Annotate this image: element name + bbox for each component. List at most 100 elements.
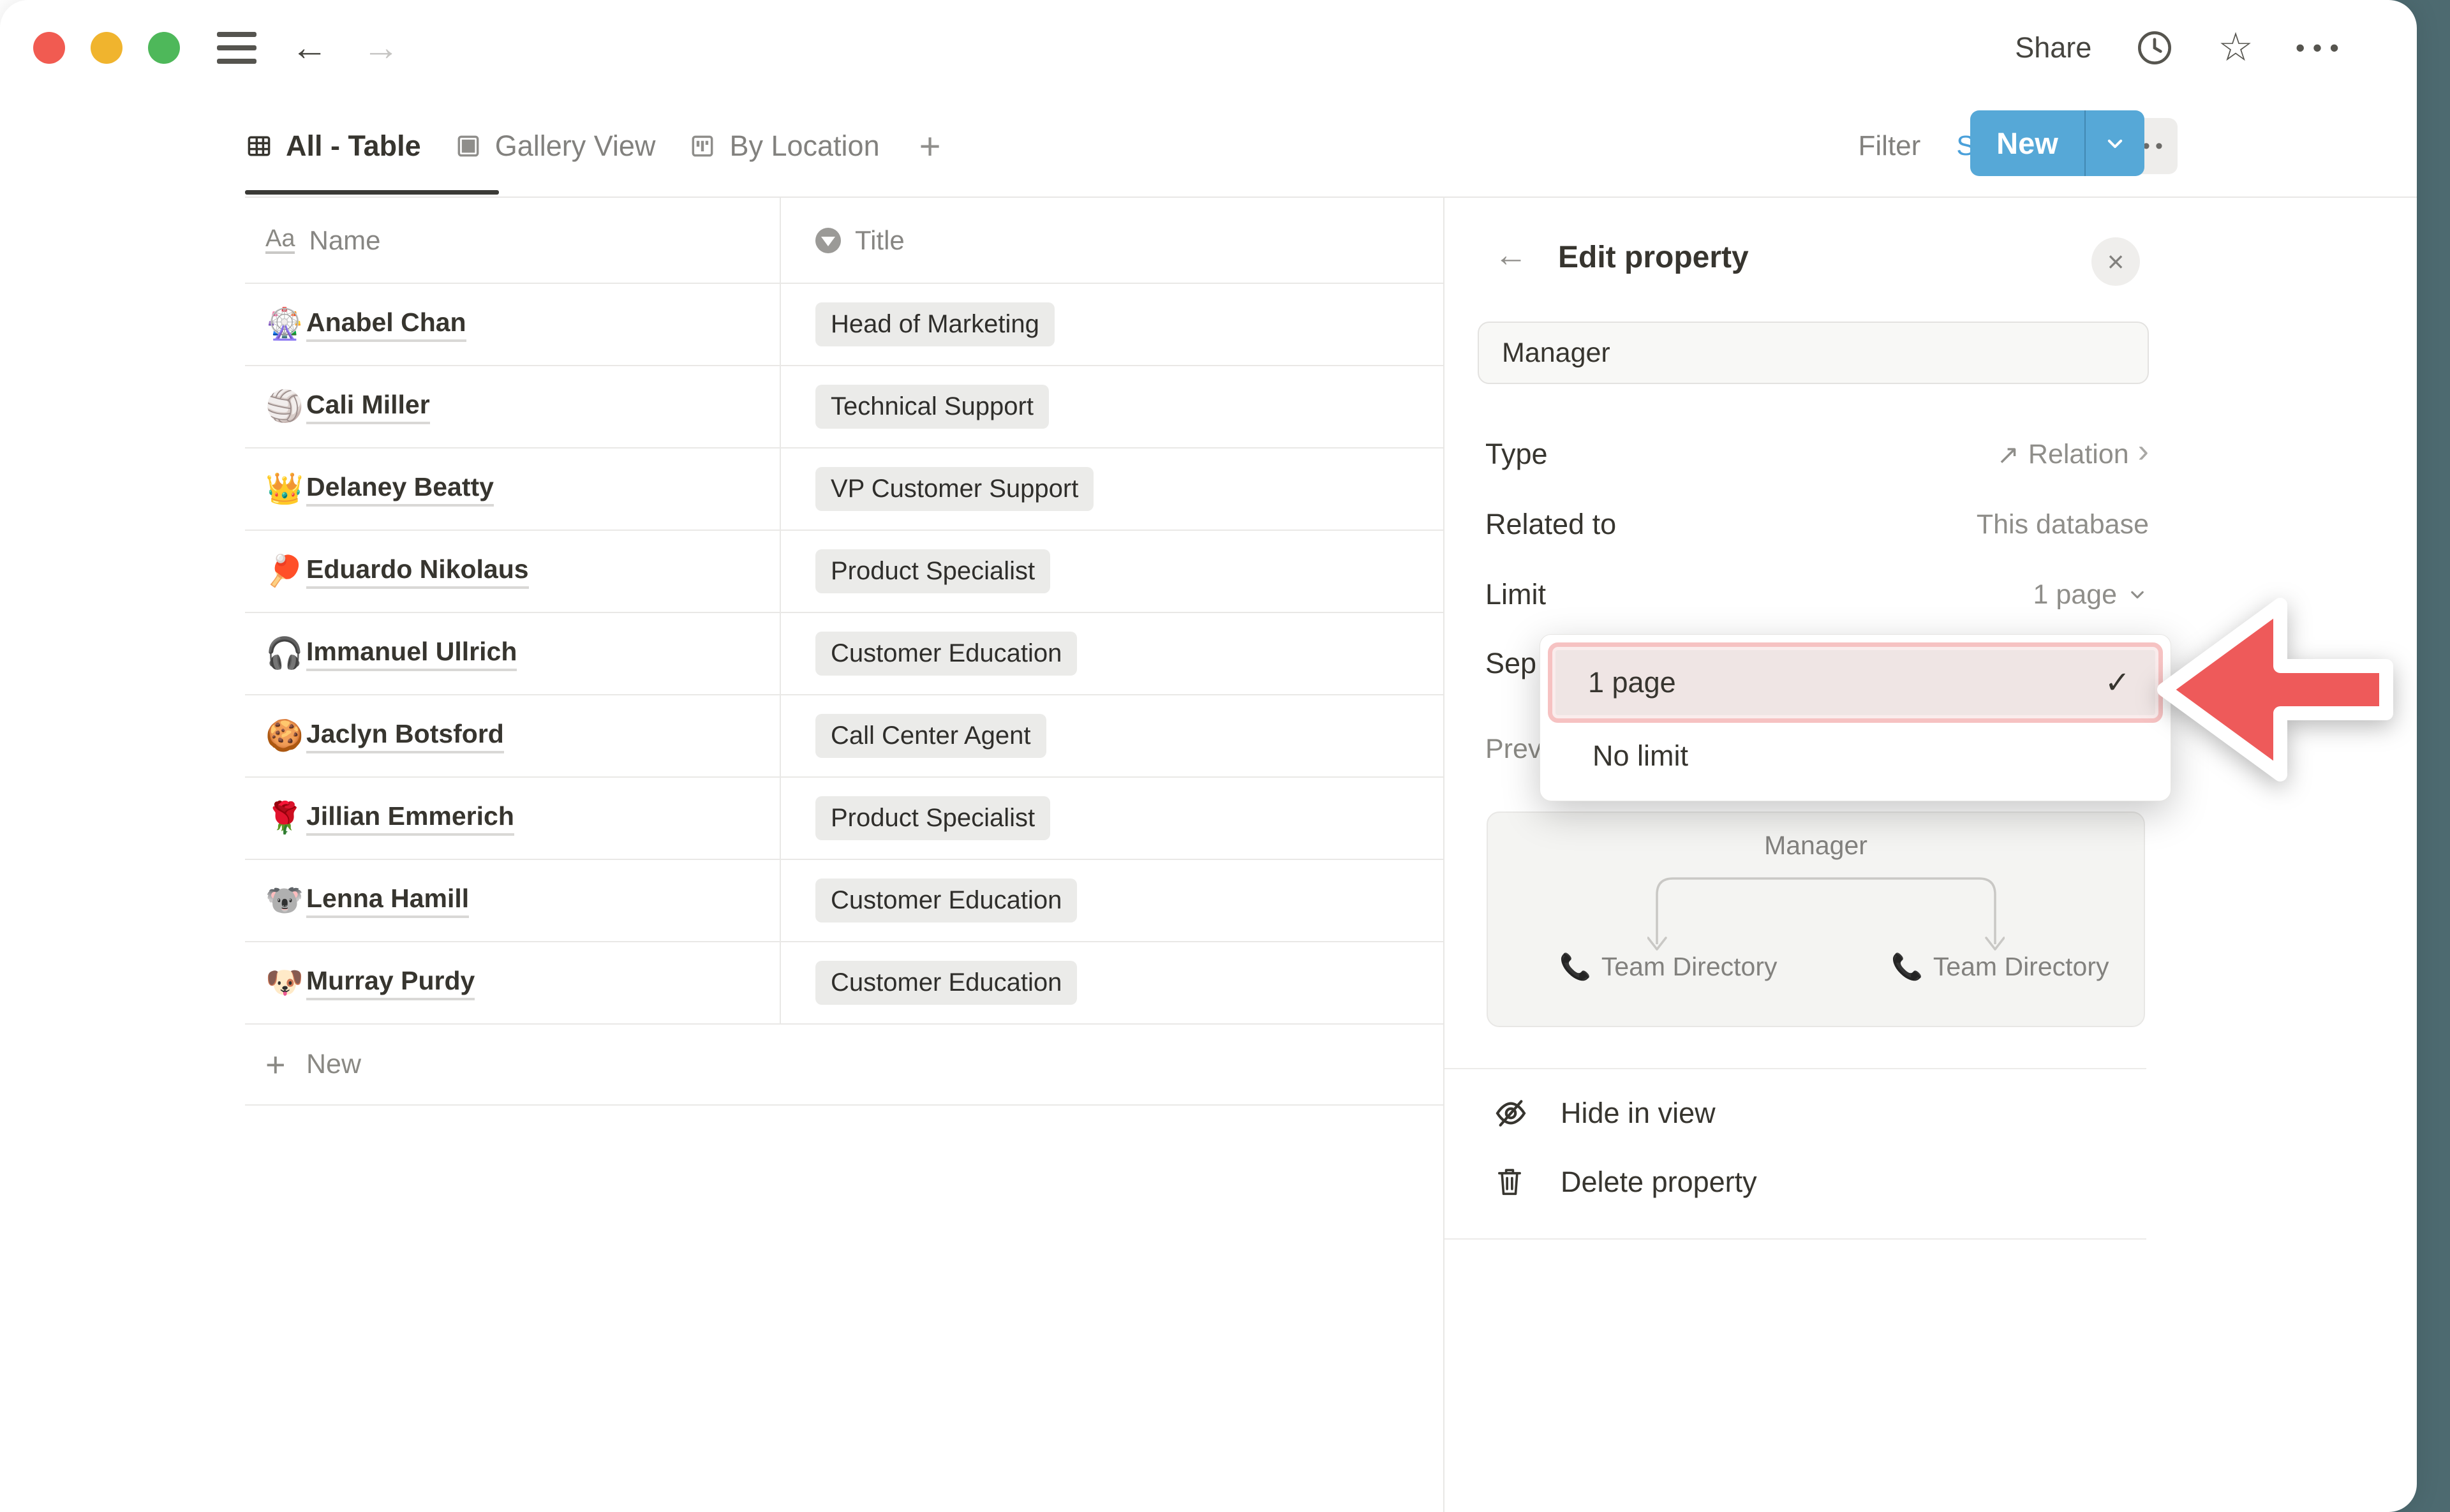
traffic-lights bbox=[33, 32, 180, 64]
titlebar: ← → Share ☆ ••• bbox=[0, 0, 2417, 96]
delete-property-button[interactable]: Delete property bbox=[1444, 1152, 2146, 1212]
table-row[interactable]: 🏓Eduardo Nikolaus Product Specialist bbox=[245, 531, 1443, 613]
chevron-down-icon bbox=[2126, 583, 2149, 606]
table-row[interactable]: 🏐Cali Miller Technical Support bbox=[245, 366, 1443, 448]
hide-in-view-button[interactable]: Hide in view bbox=[1444, 1083, 2146, 1143]
new-row-label: New bbox=[306, 1049, 361, 1080]
table-row[interactable]: 🎡Anabel Chan Head of Marketing bbox=[245, 284, 1443, 366]
section-divider bbox=[1444, 1068, 2146, 1069]
phone-icon: 📞 bbox=[1891, 952, 1923, 982]
select-property-icon bbox=[815, 228, 841, 253]
type-row: Type ↗ Relation › bbox=[1485, 425, 2149, 484]
add-view-icon[interactable]: + bbox=[919, 125, 941, 168]
page-link[interactable]: Delaney Beatty bbox=[306, 472, 494, 507]
gallery-view-icon bbox=[454, 132, 482, 160]
tab-label: All - Table bbox=[286, 130, 421, 163]
board-view-icon bbox=[688, 132, 716, 160]
phone-icon: 📞 bbox=[1559, 952, 1591, 982]
table-row[interactable]: 🐨Lenna Hamill Customer Education bbox=[245, 860, 1443, 942]
preview-target-right: 📞 Team Directory bbox=[1891, 952, 2109, 982]
new-row-button[interactable]: + New bbox=[245, 1025, 1443, 1106]
check-icon: ✓ bbox=[2105, 665, 2130, 700]
limit-label: Limit bbox=[1485, 578, 1546, 611]
relation-preview: Manager 📞 Team Directory 📞 Team Director… bbox=[1487, 812, 2145, 1027]
title-tag[interactable]: Customer Education bbox=[815, 632, 1077, 676]
tab-by-location[interactable]: By Location bbox=[688, 130, 879, 163]
page-link[interactable]: Jillian Emmerich bbox=[306, 801, 514, 836]
title-tag[interactable]: Head of Marketing bbox=[815, 302, 1055, 346]
dropdown-option-1-page[interactable]: 1 page ✓ bbox=[1548, 642, 2163, 723]
property-name-input[interactable]: Manager bbox=[1478, 322, 2149, 384]
zoom-window-button[interactable] bbox=[148, 32, 180, 64]
page-link[interactable]: Anabel Chan bbox=[306, 308, 466, 342]
title-tag[interactable]: Customer Education bbox=[815, 961, 1077, 1005]
title-tag[interactable]: Customer Education bbox=[815, 878, 1077, 923]
column-header-label: Name bbox=[309, 225, 380, 256]
page-link[interactable]: Eduardo Nikolaus bbox=[306, 554, 529, 589]
preview-source-label: Manager bbox=[1488, 831, 2144, 861]
page-emoji-icon: 🎧 bbox=[265, 639, 306, 669]
page-emoji-icon: 🎡 bbox=[265, 309, 306, 340]
database-table: Aa Name Title 🎡Anabel Chan Head of Marke… bbox=[245, 198, 1443, 1106]
forward-navigation-icon[interactable]: → bbox=[362, 29, 399, 66]
table-row[interactable]: 🌹Jillian Emmerich Product Specialist bbox=[245, 778, 1443, 860]
share-button[interactable]: Share bbox=[2015, 31, 2091, 64]
limit-dropdown: 1 page ✓ No limit bbox=[1540, 634, 2171, 801]
window-more-options-icon[interactable]: ••• bbox=[2296, 33, 2347, 63]
close-icon: × bbox=[2107, 247, 2125, 276]
page-link[interactable]: Immanuel Ullrich bbox=[306, 637, 517, 671]
eye-off-icon bbox=[1493, 1095, 1531, 1131]
title-tag[interactable]: Product Specialist bbox=[815, 796, 1050, 840]
page-emoji-icon: 🐶 bbox=[265, 968, 306, 998]
tab-gallery-view[interactable]: Gallery View bbox=[454, 130, 656, 163]
sidebar-menu-icon[interactable] bbox=[217, 32, 256, 64]
chevron-right-icon: › bbox=[2138, 438, 2149, 470]
table-row[interactable]: 🎧Immanuel Ullrich Customer Education bbox=[245, 613, 1443, 695]
page-emoji-icon: 🌹 bbox=[265, 803, 306, 834]
updates-clock-icon[interactable] bbox=[2134, 27, 2176, 69]
active-tab-underline bbox=[245, 190, 499, 195]
page-emoji-icon: 👑 bbox=[265, 474, 306, 505]
separate-row-label-partial: Sep bbox=[1485, 647, 1536, 680]
table-row[interactable]: 🍪Jaclyn Botsford Call Center Agent bbox=[245, 695, 1443, 778]
favorite-star-icon[interactable]: ☆ bbox=[2218, 28, 2253, 68]
table-row[interactable]: 👑Delaney Beatty VP Customer Support bbox=[245, 448, 1443, 531]
dropdown-option-no-limit[interactable]: No limit bbox=[1548, 723, 2163, 789]
title-tag[interactable]: Technical Support bbox=[815, 385, 1049, 429]
page-link[interactable]: Lenna Hamill bbox=[306, 884, 469, 918]
related-to-label: Related to bbox=[1485, 508, 1616, 541]
filter-button[interactable]: Filter bbox=[1859, 130, 1921, 162]
page-link[interactable]: Cali Miller bbox=[306, 390, 430, 424]
title-tag[interactable]: VP Customer Support bbox=[815, 467, 1094, 511]
panel-close-button[interactable]: × bbox=[2091, 237, 2140, 286]
tab-label: By Location bbox=[729, 130, 879, 163]
title-tag[interactable]: Call Center Agent bbox=[815, 714, 1046, 758]
page-emoji-icon: 🍪 bbox=[265, 721, 306, 752]
page-emoji-icon: 🏐 bbox=[265, 392, 306, 422]
new-button[interactable]: New bbox=[1970, 110, 2144, 176]
new-button-label[interactable]: New bbox=[1970, 110, 2086, 176]
back-navigation-icon[interactable]: ← bbox=[291, 29, 328, 66]
table-view-icon bbox=[245, 132, 273, 160]
tab-all-table[interactable]: All - Table bbox=[245, 130, 421, 163]
limit-value[interactable]: 1 page bbox=[2033, 579, 2149, 611]
type-value[interactable]: ↗ Relation › bbox=[1997, 438, 2149, 470]
page-link[interactable]: Jaclyn Botsford bbox=[306, 719, 504, 753]
limit-row: Limit 1 page bbox=[1485, 565, 2149, 624]
related-to-row: Related to This database bbox=[1485, 495, 2149, 554]
column-header-name[interactable]: Aa Name bbox=[245, 198, 781, 283]
edit-property-panel: ← Edit property × Manager Type ↗ Relatio… bbox=[1444, 196, 2417, 1512]
page-link[interactable]: Murray Purdy bbox=[306, 966, 475, 1000]
column-header-title[interactable]: Title bbox=[781, 198, 1443, 283]
title-tag[interactable]: Product Specialist bbox=[815, 549, 1050, 593]
page-emoji-icon: 🐨 bbox=[265, 886, 306, 916]
related-to-value[interactable]: This database bbox=[1977, 509, 2149, 540]
section-divider bbox=[1444, 1238, 2146, 1240]
tab-label: Gallery View bbox=[495, 130, 656, 163]
minimize-window-button[interactable] bbox=[91, 32, 122, 64]
table-row[interactable]: 🐶Murray Purdy Customer Education bbox=[245, 942, 1443, 1025]
close-window-button[interactable] bbox=[33, 32, 65, 64]
panel-back-icon[interactable]: ← bbox=[1494, 236, 1527, 274]
page-emoji-icon: 🏓 bbox=[265, 556, 306, 587]
new-button-chevron-icon[interactable] bbox=[2086, 110, 2144, 176]
